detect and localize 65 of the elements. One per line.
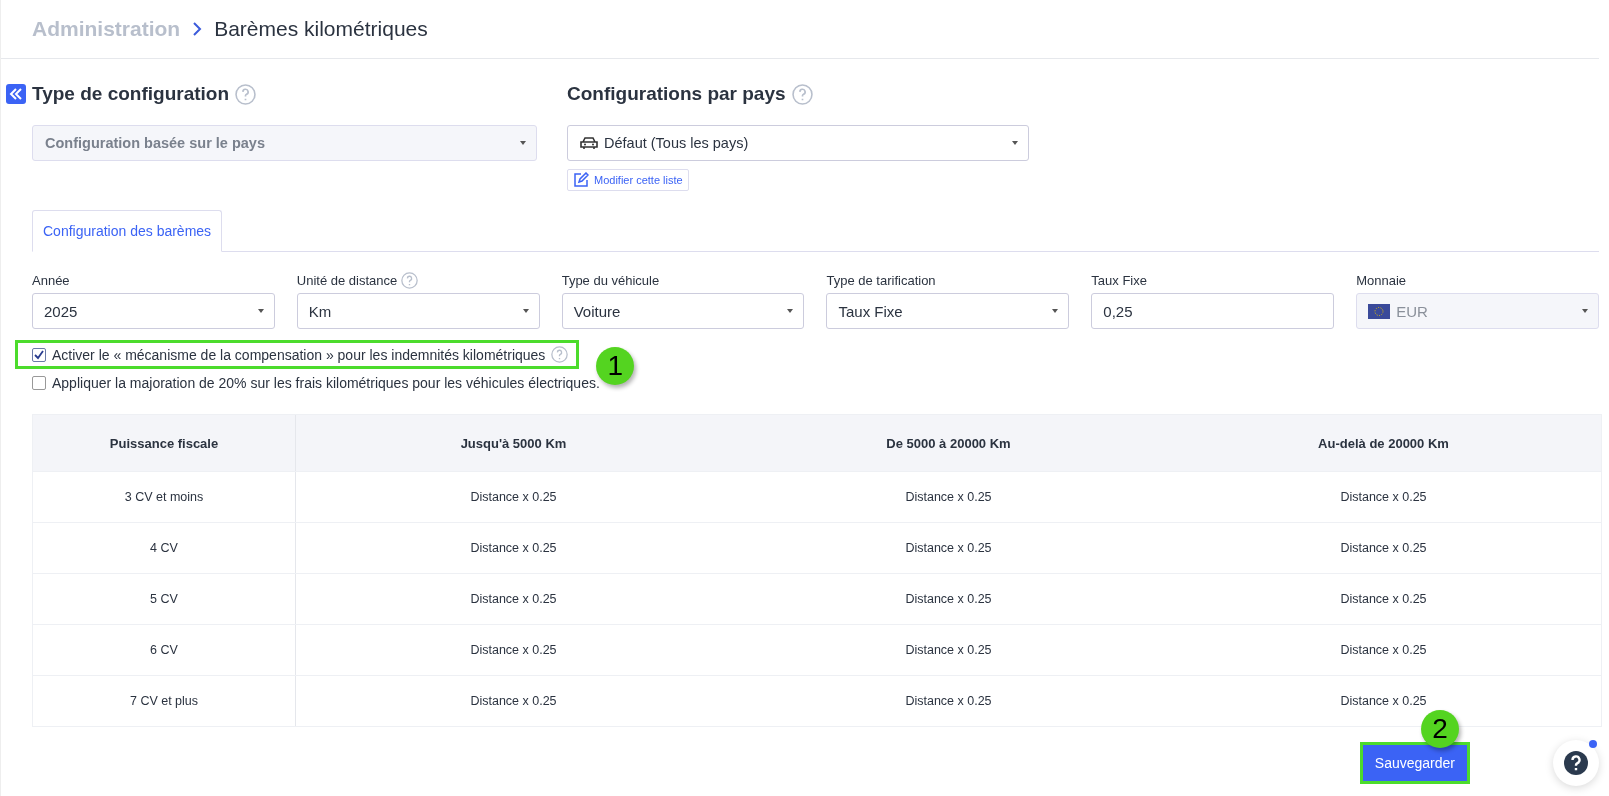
table-cell-text: Distance x 0.25 bbox=[1339, 693, 1428, 710]
table-cell-text: Distance x 0.25 bbox=[469, 642, 558, 659]
column-header: De 5000 à 20000 Km bbox=[885, 434, 1012, 453]
section-title: Configurations par pays bbox=[567, 83, 786, 105]
collapse-icon[interactable] bbox=[6, 84, 26, 104]
table-cell-text: Distance x 0.25 bbox=[904, 642, 993, 659]
table-cell-text: Distance x 0.25 bbox=[904, 489, 993, 506]
table-cell: 3 CV et moins bbox=[33, 472, 296, 522]
table-cell-text: Distance x 0.25 bbox=[1339, 642, 1428, 659]
field-label: Taux Fixe bbox=[1091, 272, 1147, 288]
callout-number: 1 bbox=[596, 347, 635, 385]
table-cell-text: Distance x 0.25 bbox=[469, 540, 558, 557]
callout-number: 2 bbox=[1421, 710, 1459, 748]
tab[interactable]: Configuration des barèmes bbox=[32, 210, 223, 252]
section-title: Type de configuration bbox=[32, 83, 230, 105]
table-cell-text: Distance x 0.25 bbox=[904, 693, 993, 710]
table-cell: 5 CV bbox=[33, 574, 296, 624]
caret-icon bbox=[1582, 309, 1588, 313]
car-icon bbox=[580, 136, 598, 150]
chevron-icon bbox=[192, 22, 203, 36]
checkbox[interactable] bbox=[32, 376, 46, 390]
caret-icon bbox=[522, 309, 529, 313]
dropdown[interactable]: Défaut (Tous les pays) bbox=[567, 125, 1029, 161]
caret-icon bbox=[1012, 141, 1018, 145]
input-field[interactable]: 0,25 bbox=[1091, 293, 1335, 329]
help-icon[interactable] bbox=[791, 83, 813, 105]
table-cell-text: Distance x 0.25 bbox=[1339, 591, 1428, 608]
caret-icon bbox=[257, 309, 264, 313]
field-label: Type du véhicule bbox=[561, 272, 660, 288]
table-cell-text: Distance x 0.25 bbox=[1339, 489, 1428, 506]
save-button[interactable]: Sauvegarder bbox=[1362, 745, 1467, 781]
table-cell: 7 CV et plus bbox=[33, 676, 296, 726]
table-cell-text: Distance x 0.25 bbox=[1339, 540, 1428, 557]
page-title: Barèmes kilométriques bbox=[214, 17, 428, 41]
caret-icon bbox=[1052, 309, 1059, 313]
field-label: Année bbox=[32, 272, 70, 288]
caret-icon bbox=[520, 141, 526, 145]
field-label: Unité de distance bbox=[296, 272, 398, 288]
table-cell-text: Distance x 0.25 bbox=[904, 540, 993, 557]
caret-icon bbox=[787, 309, 794, 313]
flag-icon bbox=[1368, 303, 1391, 319]
table-cell-text: Distance x 0.25 bbox=[469, 591, 558, 608]
field-label: Type de tarification bbox=[826, 272, 936, 288]
table-cell-text: Distance x 0.25 bbox=[469, 693, 558, 710]
help-icon[interactable] bbox=[401, 271, 419, 289]
help-icon[interactable] bbox=[235, 83, 257, 105]
dropdown[interactable]: Km bbox=[296, 293, 540, 329]
table-cell-text: Distance x 0.25 bbox=[904, 591, 993, 608]
edit-icon bbox=[573, 172, 589, 188]
help-icon bbox=[1563, 750, 1589, 776]
table-cell: 4 CV bbox=[33, 523, 296, 573]
column-header: Jusqu'à 5000 Km bbox=[459, 434, 568, 453]
help-button[interactable] bbox=[1553, 740, 1599, 786]
checkbox-label: Activer le « mécanisme de la compensation » pour les indemnités kilométriques bbox=[52, 346, 546, 363]
column-header: Au-delà de 20000 Km bbox=[1317, 434, 1450, 453]
dropdown[interactable]: Voiture bbox=[561, 293, 805, 329]
help-icon[interactable] bbox=[551, 346, 569, 363]
checkbox[interactable] bbox=[32, 347, 46, 362]
table-cell-text: Distance x 0.25 bbox=[469, 489, 558, 506]
field-label: Monnaie bbox=[1356, 272, 1407, 288]
column-header: Puissance fiscale bbox=[33, 415, 296, 471]
table-cell: 6 CV bbox=[33, 625, 296, 675]
dropdown[interactable]: 2025 bbox=[32, 293, 275, 329]
dropdown[interactable]: Taux Fixe bbox=[826, 293, 1070, 329]
edit-list-button[interactable]: Modifier cette liste bbox=[567, 169, 689, 191]
